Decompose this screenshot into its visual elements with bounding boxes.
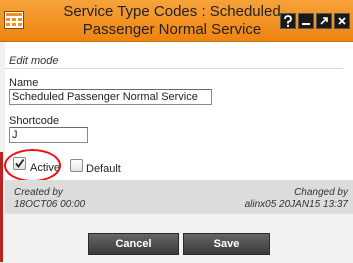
service-type-dialog: Service Type Codes : Scheduled Passenger… xyxy=(0,0,353,263)
cancel-button[interactable]: Cancel xyxy=(88,233,179,255)
minimize-icon[interactable] xyxy=(298,13,314,29)
audit-info-band: Created by 18OCT06 00:00 Changed by alin… xyxy=(5,180,353,214)
shortcode-label: Shortcode xyxy=(9,115,60,127)
app-grid-icon xyxy=(4,11,24,29)
name-label: Name xyxy=(9,77,39,89)
changed-value: alinx05 20JAN15 13:37 xyxy=(244,199,348,210)
save-button[interactable]: Save xyxy=(183,233,270,255)
title-bar[interactable]: Service Type Codes : Scheduled Passenger… xyxy=(0,0,353,42)
annotation-circle xyxy=(4,149,61,182)
edit-mode-label: Edit mode xyxy=(9,55,59,67)
window-title: Service Type Codes : Scheduled Passenger… xyxy=(62,3,282,39)
window-title-line-2: Passenger Normal Service xyxy=(82,21,262,38)
maximize-icon[interactable] xyxy=(316,13,332,29)
changed-info: Changed by alinx05 20JAN15 13:37 xyxy=(245,187,348,211)
changed-by-label: Changed by xyxy=(294,187,348,198)
dialog-footer xyxy=(5,214,353,263)
help-icon[interactable] xyxy=(280,13,296,29)
close-icon[interactable] xyxy=(334,13,350,29)
window-controls xyxy=(280,13,350,29)
created-value: 18OCT06 00:00 xyxy=(14,199,86,210)
created-info: Created by 18OCT06 00:00 xyxy=(14,187,85,211)
left-edge-accent xyxy=(0,152,3,262)
created-by-label: Created by xyxy=(14,187,63,198)
window-title-line-1: Service Type Codes : Scheduled xyxy=(63,3,281,20)
separator xyxy=(5,68,343,69)
default-checkbox[interactable] xyxy=(70,159,83,172)
default-label: Default xyxy=(86,163,121,175)
name-field[interactable] xyxy=(9,89,212,105)
shortcode-field[interactable] xyxy=(9,127,88,143)
